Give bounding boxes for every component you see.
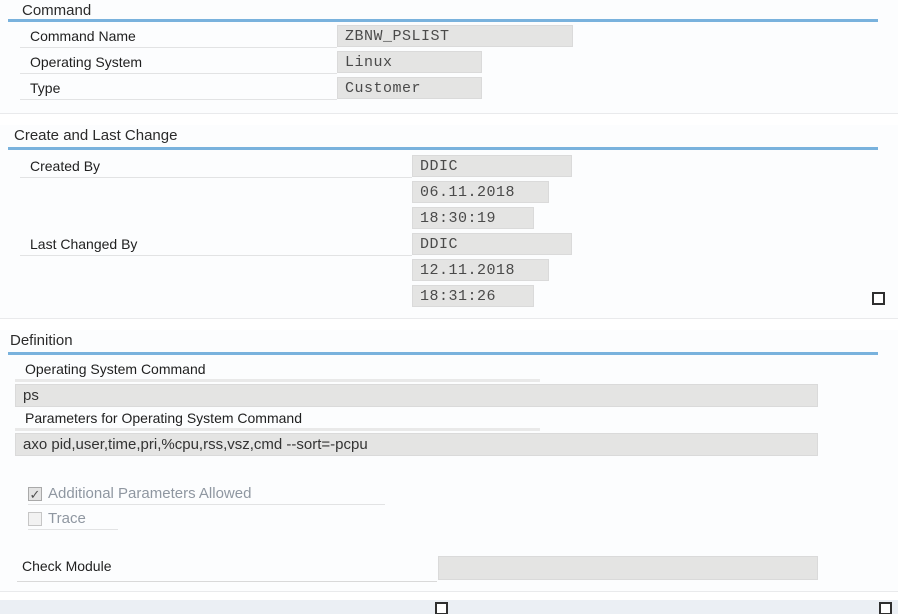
row-underline [20, 177, 412, 178]
create-change-section-rule [8, 147, 878, 150]
small-square-checkbox[interactable] [879, 602, 892, 614]
command-name-label: Command Name [30, 28, 136, 44]
focus-corner-bottom-left [337, 42, 342, 47]
changed-by-user-field[interactable]: DDIC [412, 233, 572, 255]
parameters-value: axo pid,user,time,pri,%cpu,rss,vsz,cmd -… [16, 434, 817, 453]
created-date-value: 06.11.2018 [413, 182, 548, 201]
focus-corner-top-right [568, 25, 573, 30]
trace-label: Trace [48, 510, 86, 527]
focus-corner-top-left [337, 25, 342, 30]
command-section-title: Command [22, 2, 91, 19]
row-underline [20, 255, 412, 256]
definition-section-title: Definition [10, 332, 73, 349]
row-underline [28, 504, 385, 505]
changed-date-field[interactable]: 12.11.2018 [412, 259, 549, 281]
last-changed-by-label: Last Changed By [30, 236, 137, 252]
create-change-section: Create and Last Change Created By DDIC 0… [0, 125, 898, 319]
created-by-user-field[interactable]: DDIC [412, 155, 572, 177]
os-command-field[interactable]: ps [15, 384, 818, 407]
operating-system-label: Operating System [30, 54, 142, 70]
operating-system-field[interactable]: Linux [337, 51, 482, 73]
created-by-label: Created By [30, 158, 100, 174]
created-time-value: 18:30:19 [413, 208, 533, 227]
focus-corner-bottom-right [568, 42, 573, 47]
os-command-value: ps [16, 385, 817, 404]
command-name-value: ZBNW_PSLIST [338, 26, 572, 45]
row-underline [20, 73, 337, 74]
check-module-label: Check Module [22, 558, 112, 574]
row-underline [20, 99, 337, 100]
os-command-label: Operating System Command [25, 361, 206, 377]
changed-date-value: 12.11.2018 [413, 260, 548, 279]
created-by-user-value: DDIC [413, 156, 571, 175]
additional-parameters-checkbox[interactable]: ✓ [28, 487, 42, 501]
small-square-checkbox[interactable] [435, 602, 448, 614]
trace-checkbox[interactable] [28, 512, 42, 526]
row-underline [20, 47, 337, 48]
command-section-rule [8, 19, 878, 22]
created-time-field[interactable]: 18:30:19 [412, 207, 534, 229]
label-strip [15, 428, 540, 431]
row-underline [17, 581, 437, 582]
definition-section-rule [8, 352, 878, 355]
type-value: Customer [338, 78, 481, 97]
definition-section: Definition Operating System Command ps P… [0, 330, 898, 592]
changed-by-user-value: DDIC [413, 234, 571, 253]
changed-time-field[interactable]: 18:31:26 [412, 285, 534, 307]
command-name-field[interactable]: ZBNW_PSLIST [337, 25, 573, 47]
additional-parameters-label: Additional Parameters Allowed [48, 485, 251, 502]
changed-time-value: 18:31:26 [413, 286, 533, 305]
check-module-value [439, 557, 817, 559]
type-field[interactable]: Customer [337, 77, 482, 99]
check-module-field[interactable] [438, 556, 818, 580]
sap-command-definition-screen: Command Command Name ZBNW_PSLIST Operati… [0, 0, 898, 614]
small-square-checkbox[interactable] [872, 292, 885, 305]
bottom-strip [0, 600, 898, 614]
operating-system-value: Linux [338, 52, 481, 71]
parameters-field[interactable]: axo pid,user,time,pri,%cpu,rss,vsz,cmd -… [15, 433, 818, 456]
type-label: Type [30, 80, 60, 96]
command-section: Command Command Name ZBNW_PSLIST Operati… [0, 0, 898, 114]
created-date-field[interactable]: 06.11.2018 [412, 181, 549, 203]
create-change-section-title: Create and Last Change [14, 127, 177, 144]
label-strip [15, 379, 540, 382]
parameters-label: Parameters for Operating System Command [25, 410, 302, 426]
row-underline [28, 529, 118, 530]
